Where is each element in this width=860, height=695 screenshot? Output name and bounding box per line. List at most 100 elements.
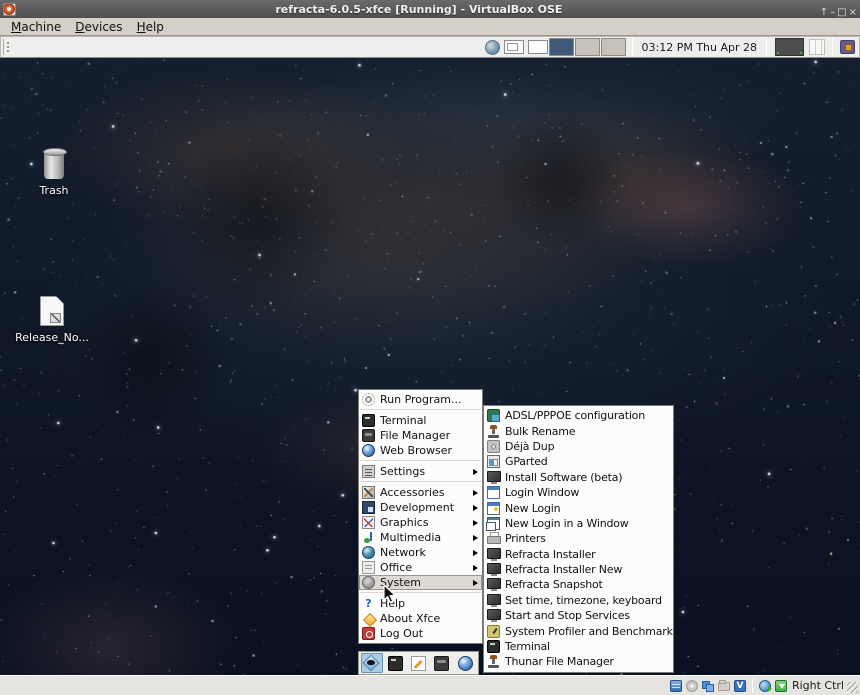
app-menu-item-help[interactable]: ?Help xyxy=(359,596,482,611)
menubar-item-machine[interactable]: Machine xyxy=(4,19,68,35)
desktop-icon-label: Release_No... xyxy=(15,331,89,344)
virtualbox-window: refracta-6.0.5-xfce [Running] - VirtualB… xyxy=(0,0,860,695)
screen-lock-icon[interactable] xyxy=(840,40,855,54)
system-submenu-item-new-login[interactable]: New Login xyxy=(484,500,673,515)
system-submenu-item-adsl-pppoe-configuration[interactable]: ADSL/PPPOE configuration xyxy=(484,408,673,423)
terminal-launcher[interactable] xyxy=(384,653,406,673)
system-submenu-item-refracta-snapshot[interactable]: Refracta Snapshot xyxy=(484,577,673,592)
file-manager-icon xyxy=(362,429,375,442)
window-controls: ↑–□× xyxy=(818,0,857,19)
app-menu-item-run-program[interactable]: Run Program... xyxy=(359,392,482,407)
desktop[interactable]: Trash Release_No... Run Program... Termin… xyxy=(0,58,860,675)
submenu-arrow-icon xyxy=(473,520,478,526)
app-menu-item-about-xfce[interactable]: About Xfce xyxy=(359,611,482,626)
cd-icon[interactable] xyxy=(686,680,698,692)
system-submenu-item-gparted[interactable]: GParted xyxy=(484,454,673,469)
close-button[interactable]: × xyxy=(849,7,857,18)
app-menu-item-network[interactable]: Network xyxy=(359,545,482,560)
system-submenu-item-system-profiler-and-benchmark[interactable]: System Profiler and Benchmark xyxy=(484,623,673,638)
app-monitor-icon xyxy=(487,609,500,622)
app-menu-item-label: Log Out xyxy=(380,627,423,640)
app-menu-item-accessories[interactable]: Accessories xyxy=(359,485,482,500)
text-editor-icon xyxy=(411,656,426,671)
system-submenu-item-terminal[interactable]: Terminal xyxy=(484,639,673,654)
app-menu-item-file-manager[interactable]: File Manager xyxy=(359,428,482,443)
system-submenu-item-printers[interactable]: Printers xyxy=(484,531,673,546)
app-menu-separator xyxy=(360,409,481,411)
menubar-item-devices[interactable]: Devices xyxy=(68,19,129,35)
system-submenu-item-bulk-rename[interactable]: Bulk Rename xyxy=(484,423,673,438)
system-submenu-item-thunar-file-manager[interactable]: Thunar File Manager xyxy=(484,654,673,669)
workspace-1[interactable] xyxy=(528,40,548,54)
system-submenu-item-label: Thunar File Manager xyxy=(505,655,614,668)
run-program-icon xyxy=(362,393,375,406)
system-submenu-item-label: Refracta Installer New xyxy=(505,563,622,576)
workspace-pager xyxy=(528,38,627,56)
system-submenu-item-new-login-in-a-window[interactable]: New Login in a Window xyxy=(484,516,673,531)
document-link-icon xyxy=(40,296,64,326)
panel-handle-right[interactable] xyxy=(809,39,825,55)
app-menu-separator xyxy=(360,481,481,483)
shared-folders-icon[interactable] xyxy=(718,682,730,691)
workspace-2[interactable] xyxy=(549,38,574,56)
xfce-app-icon[interactable] xyxy=(485,40,500,55)
desktop-icon-release-notes[interactable]: Release_No... xyxy=(6,296,98,344)
system-submenu-item-label: New Login xyxy=(505,502,560,515)
hdd-icon[interactable] xyxy=(670,680,682,692)
panel-separator xyxy=(832,38,833,56)
app-menu-item-web-browser[interactable]: Web Browser xyxy=(359,443,482,458)
system-submenu-item-refracta-installer[interactable]: Refracta Installer xyxy=(484,547,673,562)
tasklist-window-button[interactable] xyxy=(504,40,524,54)
app-menu-item-office[interactable]: Office xyxy=(359,560,482,575)
shade-button[interactable]: ↑ xyxy=(820,7,828,18)
panel-separator xyxy=(632,38,633,56)
applications-menu: Run Program... TerminalFile ManagerWeb Br… xyxy=(358,389,483,644)
submenu-arrow-icon xyxy=(473,469,478,475)
app-menu-item-log-out[interactable]: Log Out xyxy=(359,626,482,641)
printers-icon xyxy=(487,532,500,545)
system-submenu-item-refracta-installer-new[interactable]: Refracta Installer New xyxy=(484,562,673,577)
system-submenu-item-label: Bulk Rename xyxy=(505,425,575,438)
app-menu-item-development[interactable]: Development xyxy=(359,500,482,515)
development-icon xyxy=(362,501,375,514)
app-menu-item-label: Accessories xyxy=(380,486,444,499)
system-submenu-item-login-window[interactable]: Login Window xyxy=(484,485,673,500)
system-submenu-item-set-time-timezone-keyboard[interactable]: Set time, timezone, keyboard xyxy=(484,593,673,608)
terminal-icon xyxy=(362,414,375,427)
app-menu-item-graphics[interactable]: Graphics xyxy=(359,515,482,530)
app-menu-item-label: File Manager xyxy=(380,429,450,442)
display-icon[interactable] xyxy=(759,680,771,692)
titlebar[interactable]: refracta-6.0.5-xfce [Running] - VirtualB… xyxy=(0,0,860,18)
settings-icon xyxy=(362,465,375,478)
web-browser-launcher[interactable] xyxy=(454,653,476,673)
app-menu-item-settings[interactable]: Settings xyxy=(359,464,482,479)
workspace-4[interactable] xyxy=(601,38,626,56)
menubar-item-help[interactable]: Help xyxy=(130,19,171,35)
mouse-integration-icon[interactable] xyxy=(775,680,787,692)
benchmark-icon xyxy=(487,625,500,638)
bulk-rename-icon xyxy=(487,425,500,438)
maximize-button[interactable]: □ xyxy=(837,7,846,18)
network-icon xyxy=(362,546,375,559)
app-menu-item-terminal[interactable]: Terminal xyxy=(359,413,482,428)
app-monitor-icon xyxy=(487,471,500,484)
system-submenu-item-start-and-stop-services[interactable]: Start and Stop Services xyxy=(484,608,673,623)
app-menu-separator xyxy=(360,460,481,462)
desktop-icon-trash[interactable]: Trash xyxy=(8,151,100,197)
resize-grip[interactable] xyxy=(847,682,858,693)
system-submenu-item-install-software-beta[interactable]: Install Software (beta) xyxy=(484,470,673,485)
system-monitor[interactable] xyxy=(775,38,804,56)
xfce-top-panel: 03:12 PM Thu Apr 28 xyxy=(0,36,860,58)
system-submenu-item-d-j-dup[interactable]: Déjà Dup xyxy=(484,439,673,454)
file-manager-launcher[interactable] xyxy=(431,653,453,673)
virtualization-icon[interactable]: V xyxy=(734,680,746,692)
text-editor-launcher[interactable] xyxy=(407,653,429,673)
minimize-button[interactable]: – xyxy=(830,7,835,18)
menu-button[interactable] xyxy=(361,653,383,673)
workspace-3[interactable] xyxy=(575,38,600,56)
network-adapter-icon[interactable] xyxy=(702,680,714,692)
host-key-label: Right Ctrl xyxy=(792,679,844,692)
app-menu-item-multimedia[interactable]: Multimedia xyxy=(359,530,482,545)
app-menu-item-system[interactable]: System xyxy=(359,575,482,590)
panel-handle[interactable] xyxy=(3,39,11,55)
